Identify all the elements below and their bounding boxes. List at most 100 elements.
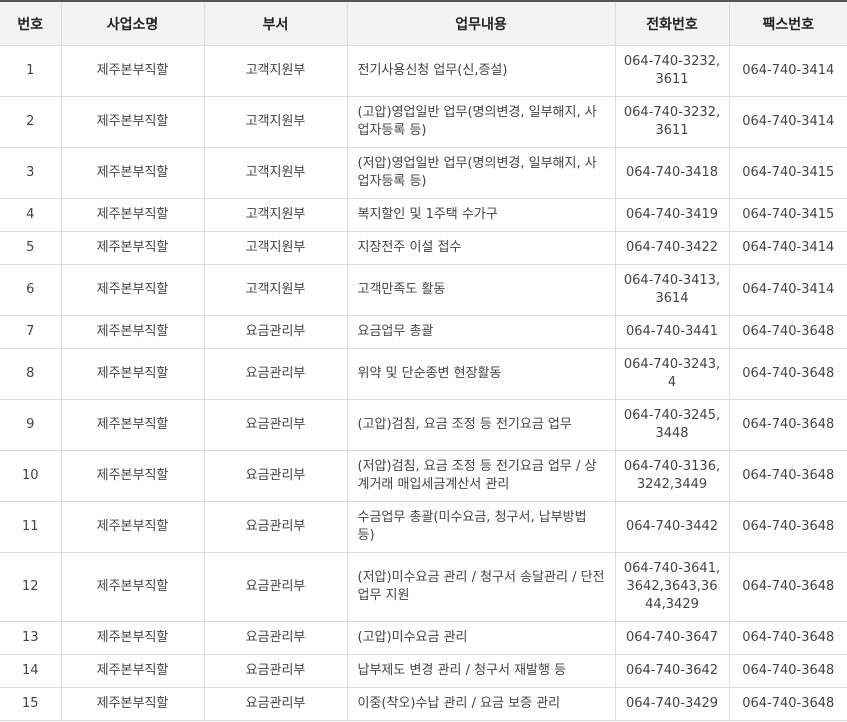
header-office: 사업소명	[60, 0, 204, 46]
cell-office: 제주본부직할	[60, 552, 204, 622]
cell-fax: 064-740-3648	[728, 501, 847, 553]
cell-fax: 064-740-3648	[728, 450, 847, 502]
cell-duty: (저압)미수요금 관리 / 청구서 송달관리 / 단전업무 지원	[346, 552, 615, 622]
cell-office: 제주본부직할	[60, 501, 204, 553]
cell-duty: 요금업무 총괄	[346, 315, 615, 349]
cell-phone: 064-740-3413, 3614	[614, 264, 729, 316]
cell-dept: 요금관리부	[203, 399, 347, 451]
cell-phone: 064-740-3243, 4	[614, 348, 729, 400]
cell-dept: 고객지원부	[203, 264, 347, 316]
department-contact-table: 번호 사업소명 부서 업무내용 전화번호 팩스번호 1 제주본부직할 고객지원부 전기…	[0, 0, 847, 721]
cell-dept: 요금관리부	[203, 552, 347, 622]
cell-no: 6	[0, 264, 61, 316]
cell-phone: 064-740-3232, 3611	[614, 45, 729, 97]
header-phone: 전화번호	[614, 0, 729, 46]
cell-office: 제주본부직할	[60, 45, 204, 97]
cell-duty: 위약 및 단순종변 현장활동	[346, 348, 615, 400]
cell-duty: 수금업무 총괄(미수요금, 청구서, 납부방법 등)	[346, 501, 615, 553]
cell-dept: 요금관리부	[203, 348, 347, 400]
cell-dept: 고객지원부	[203, 45, 347, 97]
cell-office: 제주본부직할	[60, 687, 204, 721]
cell-phone: 064-740-3419	[614, 198, 729, 232]
cell-phone: 064-740-3647	[614, 621, 729, 655]
header-duty: 업무내용	[346, 0, 615, 46]
table-row: 5 제주본부직할 고객지원부 지장전주 이설 접수 064-740-3422 064-74…	[0, 231, 847, 265]
cell-fax: 064-740-3648	[728, 348, 847, 400]
cell-phone: 064-740-3422	[614, 231, 729, 265]
cell-phone: 064-740-3641, 3642,3643,3644,3429	[614, 552, 729, 622]
cell-fax: 064-740-3648	[728, 654, 847, 688]
table-row: 12 제주본부직할 요금관리부 (저압)미수요금 관리 / 청구서 송달관리 / 단전…	[0, 552, 847, 622]
cell-phone: 064-740-3418	[614, 147, 729, 199]
cell-no: 1	[0, 45, 61, 97]
cell-fax: 064-740-3648	[728, 552, 847, 622]
cell-dept: 요금관리부	[203, 501, 347, 553]
cell-duty: (고압)미수요금 관리	[346, 621, 615, 655]
cell-no: 4	[0, 198, 61, 232]
cell-duty: (고압)검침, 요금 조정 등 전기요금 업무	[346, 399, 615, 451]
cell-dept: 요금관리부	[203, 654, 347, 688]
table-header-row: 번호 사업소명 부서 업무내용 전화번호 팩스번호	[0, 0, 847, 46]
cell-dept: 요금관리부	[203, 687, 347, 721]
cell-phone: 064-740-3245, 3448	[614, 399, 729, 451]
cell-office: 제주본부직할	[60, 450, 204, 502]
cell-office: 제주본부직할	[60, 231, 204, 265]
cell-fax: 064-740-3414	[728, 264, 847, 316]
cell-fax: 064-740-3415	[728, 147, 847, 199]
cell-duty: (고압)영업일반 업무(명의변경, 일부해지, 사업자등록 등)	[346, 96, 615, 148]
table-row: 6 제주본부직할 고객지원부 고객만족도 활동 064-740-3413, 3614 06…	[0, 264, 847, 316]
cell-no: 12	[0, 552, 61, 622]
cell-no: 8	[0, 348, 61, 400]
cell-dept: 고객지원부	[203, 96, 347, 148]
cell-office: 제주본부직할	[60, 198, 204, 232]
table-row: 10 제주본부직할 요금관리부 (저압)검침, 요금 조정 등 전기요금 업무 / 상…	[0, 450, 847, 502]
cell-phone: 064-740-3441	[614, 315, 729, 349]
cell-office: 제주본부직할	[60, 348, 204, 400]
cell-dept: 고객지원부	[203, 231, 347, 265]
cell-fax: 064-740-3414	[728, 231, 847, 265]
table-row: 15 제주본부직할 요금관리부 이중(착오)수납 관리 / 요금 보증 관리 064-7…	[0, 687, 847, 721]
cell-fax: 064-740-3648	[728, 399, 847, 451]
cell-fax: 064-740-3414	[728, 45, 847, 97]
cell-no: 3	[0, 147, 61, 199]
cell-dept: 고객지원부	[203, 147, 347, 199]
table-row: 2 제주본부직할 고객지원부 (고압)영업일반 업무(명의변경, 일부해지, 사업자등…	[0, 96, 847, 148]
cell-no: 5	[0, 231, 61, 265]
cell-phone: 064-740-3429	[614, 687, 729, 721]
cell-dept: 요금관리부	[203, 621, 347, 655]
table-row: 9 제주본부직할 요금관리부 (고압)검침, 요금 조정 등 전기요금 업무 064-7…	[0, 399, 847, 451]
cell-duty: 고객만족도 활동	[346, 264, 615, 316]
cell-no: 7	[0, 315, 61, 349]
cell-no: 10	[0, 450, 61, 502]
cell-office: 제주본부직할	[60, 621, 204, 655]
cell-no: 2	[0, 96, 61, 148]
cell-no: 15	[0, 687, 61, 721]
cell-fax: 064-740-3648	[728, 687, 847, 721]
cell-phone: 064-740-3442	[614, 501, 729, 553]
cell-duty: (저압)검침, 요금 조정 등 전기요금 업무 / 상계거래 매입세금계산서 관…	[346, 450, 615, 502]
header-fax: 팩스번호	[728, 0, 847, 46]
table-row: 14 제주본부직할 요금관리부 납부제도 변경 관리 / 청구서 재발행 등 064-7…	[0, 654, 847, 688]
table-row: 8 제주본부직할 요금관리부 위약 및 단순종변 현장활동 064-740-3243, …	[0, 348, 847, 400]
cell-no: 11	[0, 501, 61, 553]
cell-dept: 요금관리부	[203, 315, 347, 349]
cell-duty: 납부제도 변경 관리 / 청구서 재발행 등	[346, 654, 615, 688]
table-row: 3 제주본부직할 고객지원부 (저압)영업일반 업무(명의변경, 일부해지, 사업자등…	[0, 147, 847, 199]
cell-office: 제주본부직할	[60, 399, 204, 451]
header-dept: 부서	[203, 0, 347, 46]
cell-fax: 064-740-3648	[728, 315, 847, 349]
cell-duty: 전기사용신청 업무(신,증설)	[346, 45, 615, 97]
cell-duty: 지장전주 이설 접수	[346, 231, 615, 265]
cell-office: 제주본부직할	[60, 147, 204, 199]
cell-fax: 064-740-3414	[728, 96, 847, 148]
table-row: 11 제주본부직할 요금관리부 수금업무 총괄(미수요금, 청구서, 납부방법 등) 0…	[0, 501, 847, 553]
cell-office: 제주본부직할	[60, 315, 204, 349]
cell-duty: 이중(착오)수납 관리 / 요금 보증 관리	[346, 687, 615, 721]
cell-duty: (저압)영업일반 업무(명의변경, 일부해지, 사업자등록 등)	[346, 147, 615, 199]
table-row: 13 제주본부직할 요금관리부 (고압)미수요금 관리 064-740-3647 064-…	[0, 621, 847, 655]
cell-phone: 064-740-3642	[614, 654, 729, 688]
table-row: 1 제주본부직할 고객지원부 전기사용신청 업무(신,증설) 064-740-3232,…	[0, 45, 847, 97]
cell-dept: 요금관리부	[203, 450, 347, 502]
table-row: 4 제주본부직할 고객지원부 복지할인 및 1주택 수가구 064-740-3419 06…	[0, 198, 847, 232]
table-row: 7 제주본부직할 요금관리부 요금업무 총괄 064-740-3441 064-740-3…	[0, 315, 847, 349]
